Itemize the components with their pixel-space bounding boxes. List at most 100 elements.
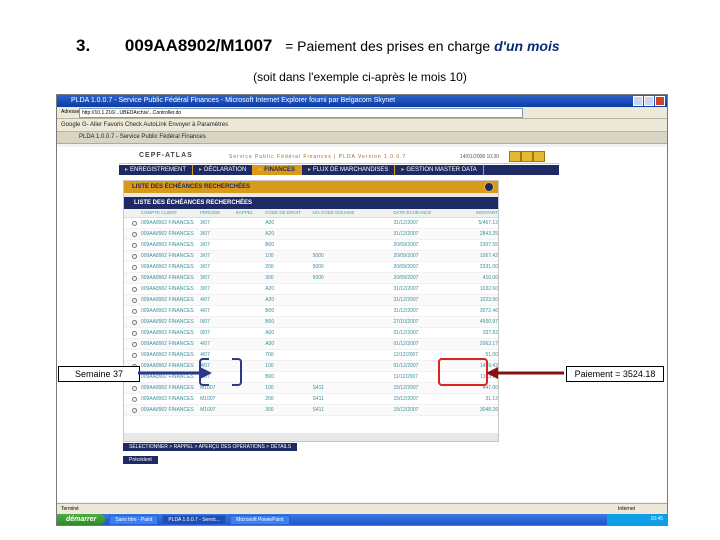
col-code-douane[interactable]: N/A CODE DOUANE <box>312 209 393 217</box>
tab-finances[interactable]: ▸ FINANCES <box>253 165 302 175</box>
table-cell: 100 <box>265 253 274 259</box>
row-radio[interactable] <box>132 330 137 336</box>
start-button[interactable]: démarrer <box>57 514 106 525</box>
row-radio[interactable] <box>132 396 137 402</box>
table-cell: 100 <box>265 385 274 391</box>
row-radio[interactable] <box>132 352 137 358</box>
task-powerpoint[interactable]: Microsoft PowerPoint <box>230 514 290 525</box>
row-radio[interactable] <box>132 275 137 281</box>
row-radio[interactable] <box>132 242 137 248</box>
table-row[interactable]: 009AA8902 FINANCES 4/07 A20 31/12/2007 1023.… <box>124 295 498 306</box>
tab-enregistrement[interactable]: ▸ ENREGISTREMENT <box>119 165 194 175</box>
table-cell: B00 <box>265 319 275 325</box>
table-cell: B00 <box>265 374 275 380</box>
row-radio[interactable] <box>132 231 137 237</box>
table-row[interactable]: 009AA8902 FINANCES 3/07 A20 31/12/2007 2843.… <box>124 229 498 240</box>
col-periode[interactable]: PÉRIODE <box>200 209 236 217</box>
status-zone: Internet <box>618 506 635 512</box>
table-cell: A00 <box>265 330 275 336</box>
task-paint[interactable]: Sans titre - Paint <box>109 514 159 525</box>
table-row[interactable]: 009AA8902 FINANCES 4/07 A00 01/12/2007 2063.… <box>124 339 498 350</box>
table-row[interactable]: 009AA8902 FINANCES 3/07 100 5000 20/09/2007 1… <box>124 251 498 262</box>
table-cell: 20/09/2007 <box>393 264 419 270</box>
action-links[interactable]: SÉLECTIONNER > RAPPEL > APERÇU DES OPÉRA… <box>123 443 298 451</box>
table-row[interactable]: 009AA8902 FINANCES M1007 300 S411 15/12/2007… <box>124 405 498 416</box>
app-logo: CEPF-ATLAS <box>139 152 193 159</box>
table-cell: A20 <box>265 231 275 237</box>
user-info: 14/01/2008 10:30 <box>460 154 499 160</box>
tab-flux-marchandises[interactable]: ▸ FLUX DE MARCHANDISES <box>302 165 396 175</box>
panel-header: LISTE DES ÉCHÉANCES RECHERCHÉES <box>124 181 498 193</box>
table-cell: 3048.26 <box>479 407 498 413</box>
row-radio[interactable] <box>132 407 137 413</box>
table-cell: 9/07 <box>200 330 210 336</box>
maximize-button[interactable] <box>644 96 654 106</box>
highlight-bracket-right <box>232 358 242 386</box>
table-cell: 5000 <box>312 253 324 259</box>
table-cell: 20/09/2007 <box>393 242 419 248</box>
table-cell: 5000 <box>312 275 324 281</box>
table-cell: 200 <box>265 396 274 402</box>
arrow-right-annotation <box>486 367 564 379</box>
address-bar: Adresse http://10.1.216/...UBEDArchiv/..… <box>57 107 667 119</box>
app-version: Service Public Fédéral Finances | PLDA V… <box>229 154 407 160</box>
table-row[interactable]: 009AA8902 FINANCES M1007 200 S411 15/12/2007… <box>124 394 498 405</box>
table-cell: 009AA8902 FINANCES <box>140 352 194 358</box>
col-montant[interactable]: MONTANT <box>453 209 498 217</box>
table-row[interactable]: 009AA8902 FINANCES 3/07 300 5000 20/09/2007 4… <box>124 273 498 284</box>
panel-title: LISTE DES ÉCHÉANCES RECHERCHÉES <box>132 184 251 190</box>
row-radio[interactable] <box>132 297 137 303</box>
row-radio[interactable] <box>132 341 137 347</box>
help-icon[interactable] <box>509 151 521 162</box>
tab-label: FLUX DE MARCHANDISES <box>312 167 389 173</box>
slide-heading: 3. 009AA8902/M1007 = Paiement des prises… <box>76 36 560 56</box>
panel-info-icon[interactable] <box>484 182 494 192</box>
heading-desc-prefix: = Paiement des prises en charge <box>285 38 491 54</box>
tab-master-data[interactable]: ▸ GESTION MASTER DATA <box>395 165 484 175</box>
table-cell: 3/07 <box>200 286 210 292</box>
table-cell: 20/09/2007 <box>393 275 419 281</box>
row-radio[interactable] <box>132 308 137 314</box>
col-code-droit[interactable]: CODE DE DROIT <box>265 209 312 217</box>
browser-tab[interactable]: PLDA 1.0.0.7 - Service Public Fédéral Fi… <box>57 132 667 144</box>
col-rappel[interactable]: RAPPEL <box>236 209 266 217</box>
table-cell: 009AA8902 FINANCES <box>140 407 194 413</box>
table-row[interactable]: 009AA8902 FINANCES 3/07 200 5000 20/09/2007 2… <box>124 262 498 273</box>
row-radio[interactable] <box>132 264 137 270</box>
row-radio[interactable] <box>132 253 137 259</box>
row-radio[interactable] <box>132 385 137 391</box>
row-radio[interactable] <box>132 286 137 292</box>
back-button[interactable]: Précédent <box>123 456 158 464</box>
tab-declaration[interactable]: ▸ DÉCLARATION <box>193 165 254 175</box>
table-cell: 1023.50 <box>479 297 498 303</box>
status-text: Terminé <box>61 506 79 512</box>
logout-icon[interactable] <box>533 151 545 162</box>
table-cell: 3/07 <box>200 264 210 270</box>
table-row[interactable]: 009AA8902 FINANCES 4/07 B00 31/12/2007 3072.… <box>124 306 498 317</box>
row-radio[interactable] <box>132 319 137 325</box>
table-body: 009AA8902 FINANCES 3/07 A00 31/12/2007 5/467… <box>124 218 498 416</box>
table-cell: 3072.46 <box>479 308 498 314</box>
page-content: CEPF-ATLAS Service Public Fédéral Financ… <box>57 147 667 502</box>
close-button[interactable] <box>655 96 665 106</box>
row-radio[interactable] <box>132 220 137 226</box>
table-row[interactable]: 009AA8902 FINANCES 9/07 B00 27/10/2007 4500.… <box>124 317 498 328</box>
col-date-echeance[interactable]: DATE ÉCHÉANCE <box>393 209 452 217</box>
minimize-button[interactable] <box>633 96 643 106</box>
print-icon[interactable] <box>521 151 533 162</box>
table-cell: M1007 <box>200 407 216 413</box>
table-cell: 4/07 <box>200 297 210 303</box>
table-row[interactable]: 009AA8902 FINANCES 3/07 A20 31/12/2007 1032.… <box>124 284 498 295</box>
url-input[interactable]: http://10.1.216/...UBEDArchiv/...Control… <box>79 108 523 118</box>
table-row[interactable]: 009AA8902 FINANCES 3/07 B00 20/09/2007 2307.… <box>124 240 498 251</box>
table-row[interactable]: 009AA8902 FINANCES 3/07 A00 31/12/2007 5/467… <box>124 218 498 229</box>
table-cell: 009AA8902 FINANCES <box>140 264 194 270</box>
table-cell: 31/12/2007 <box>393 220 419 226</box>
annotation-paiement: Paiement = 3524.18 <box>566 366 664 382</box>
table-cell: 1067.42 <box>479 253 498 259</box>
col-compte[interactable]: COMPTE CLIENT <box>141 209 200 217</box>
browser-toolbar[interactable]: Google G- Aller Favoris Check AutoLink E… <box>57 119 667 132</box>
table-row[interactable]: 009AA8902 FINANCES 9/07 A00 01/12/2007 337.8… <box>124 328 498 339</box>
task-plda[interactable]: PLDA 1.0.0.7 - Servic... <box>162 514 227 525</box>
table-cell: 27/10/2007 <box>393 319 419 325</box>
